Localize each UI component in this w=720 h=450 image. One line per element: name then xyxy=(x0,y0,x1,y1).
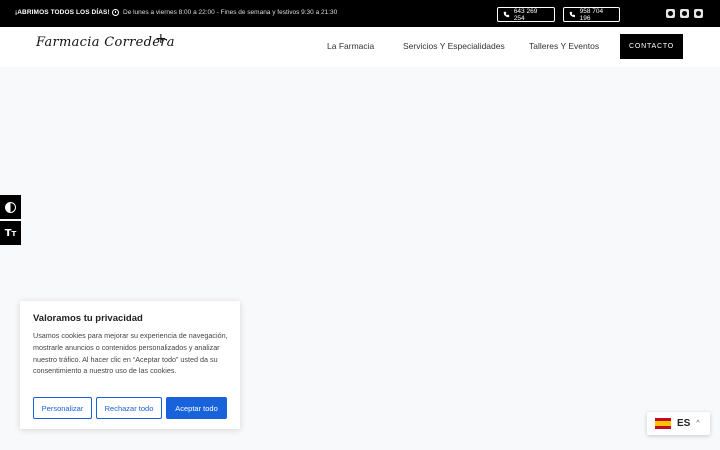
contrast-icon xyxy=(5,201,16,213)
site-header: Farmacia Corredera + La Farmacia Servici… xyxy=(0,27,720,67)
text-size-icon: TT xyxy=(4,227,17,239)
phone-number-1: 643 269 254 xyxy=(513,7,538,22)
instagram-icon[interactable] xyxy=(680,9,689,18)
phone-button-1[interactable]: 643 269 254 xyxy=(497,7,555,22)
cookie-banner: Valoramos tu privacidad Usamos cookies p… xyxy=(20,301,240,429)
language-code: ES xyxy=(677,418,691,429)
tiktok-icon[interactable] xyxy=(694,9,703,18)
text-size-toggle-button[interactable]: TT xyxy=(0,221,21,245)
cookie-title: Valoramos tu privacidad xyxy=(33,313,143,324)
phone-button-2[interactable]: 958 704 196 xyxy=(563,7,620,22)
reject-all-button[interactable]: Rechazar todo xyxy=(96,397,162,419)
opening-hours: De lunes a viernes 8:00 a 22:00 - Fines … xyxy=(112,9,337,16)
spain-flag-icon xyxy=(655,418,671,429)
customize-button[interactable]: Personalizar xyxy=(33,397,92,419)
opening-hours-text: De lunes a viernes 8:00 a 22:00 - Fines … xyxy=(123,9,338,16)
accept-all-button[interactable]: Aceptar todo xyxy=(166,397,227,419)
phone-icon xyxy=(569,11,575,18)
nav-la-farmacia[interactable]: La Farmacia xyxy=(327,41,374,51)
language-switcher[interactable]: ES ^ xyxy=(647,412,710,435)
open-days-text: ¡ABRIMOS TODOS LOS DÍAS! xyxy=(15,9,110,16)
nav-talleres[interactable]: Talleres Y Eventos xyxy=(529,41,599,51)
site-logo[interactable]: Farmacia Corredera xyxy=(36,35,175,50)
top-bar: ¡ABRIMOS TODOS LOS DÍAS! De lunes a vier… xyxy=(0,0,720,27)
chevron-up-icon: ^ xyxy=(696,420,700,427)
contrast-toggle-button[interactable] xyxy=(0,195,21,219)
cookie-text: Usamos cookies para mejorar su experienc… xyxy=(33,331,228,376)
phone-number-2: 958 704 196 xyxy=(579,7,604,22)
phone-icon xyxy=(503,11,510,18)
contact-button[interactable]: CONTACTO xyxy=(620,34,683,59)
facebook-icon[interactable] xyxy=(666,9,675,18)
nav-servicios[interactable]: Servicios Y Especialidades xyxy=(403,41,505,51)
clock-icon xyxy=(112,9,119,16)
logo-cross-icon: + xyxy=(155,31,167,47)
